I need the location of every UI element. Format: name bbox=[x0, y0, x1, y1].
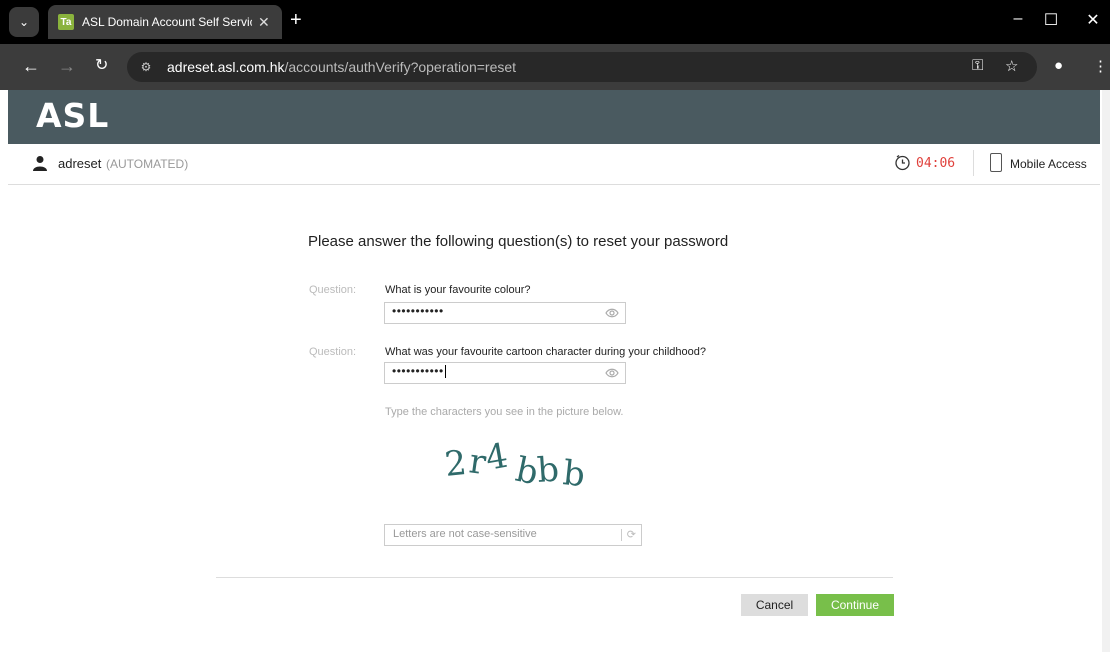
favicon: Ta bbox=[58, 14, 74, 30]
divider bbox=[621, 529, 622, 541]
answer-2-value-wrap: ••••••••••• bbox=[392, 364, 446, 379]
question-text: What was your favourite cartoon characte… bbox=[385, 346, 707, 358]
close-icon[interactable]: ✕ bbox=[258, 14, 270, 31]
answer-1-field[interactable]: ••••••••••• bbox=[384, 302, 626, 324]
address-bar[interactable]: ⚙ adreset.asl.com.hk/accounts/authVerify… bbox=[127, 52, 1037, 82]
reload-icon[interactable]: ↻ bbox=[95, 56, 108, 76]
scrollbar[interactable] bbox=[1102, 90, 1110, 652]
question-label: Question: bbox=[309, 284, 357, 296]
user-bar: adreset (AUTOMATED) 04:06 Mobile Access bbox=[8, 144, 1100, 185]
answer-1-value: ••••••••••• bbox=[392, 304, 444, 318]
refresh-icon[interactable]: ⟳ bbox=[627, 528, 636, 541]
tab-search-icon[interactable]: ⌄ bbox=[9, 7, 39, 37]
site-info-icon[interactable]: ⚙ bbox=[137, 58, 155, 76]
user-role: (AUTOMATED) bbox=[106, 157, 189, 171]
answer-2-value: ••••••••••• bbox=[392, 364, 444, 378]
url-text: adreset.asl.com.hk/accounts/authVerify?o… bbox=[167, 59, 517, 75]
question-text: What is your favourite colour? bbox=[385, 284, 531, 296]
form-title: Please answer the following question(s) … bbox=[308, 233, 729, 250]
captcha-hint: Type the characters you see in the pictu… bbox=[385, 406, 624, 418]
browser-tab-strip: ⌄ Ta ASL Domain Account Self Servic ✕ + … bbox=[0, 0, 1110, 44]
captcha-text-field[interactable] bbox=[385, 525, 613, 543]
captcha-input[interactable]: ⟳ bbox=[384, 524, 642, 546]
answer-2-field[interactable]: ••••••••••• bbox=[384, 362, 626, 384]
captcha-glyph: b bbox=[561, 453, 587, 495]
captcha-image: 2r4 bb b bbox=[443, 440, 587, 495]
continue-button[interactable]: Continue bbox=[816, 594, 894, 616]
asl-logo[interactable]: ASL bbox=[36, 96, 109, 135]
text-caret bbox=[444, 365, 446, 379]
back-icon[interactable]: ← bbox=[22, 56, 40, 76]
captcha-glyph: b bbox=[536, 450, 561, 491]
key-icon[interactable]: ⚿ bbox=[972, 57, 983, 74]
question-label: Question: bbox=[309, 346, 357, 358]
mobile-access-link[interactable]: Mobile Access bbox=[1010, 157, 1087, 171]
divider bbox=[973, 150, 974, 176]
profile-icon[interactable]: ● bbox=[1054, 57, 1063, 74]
mobile-icon[interactable] bbox=[990, 153, 1002, 172]
minimize-icon[interactable]: – bbox=[1003, 10, 1033, 28]
eye-icon[interactable] bbox=[605, 367, 619, 379]
divider bbox=[216, 577, 893, 578]
session-timer: 04:06 bbox=[916, 156, 956, 171]
eye-icon[interactable] bbox=[605, 307, 619, 319]
new-tab-icon[interactable]: + bbox=[290, 10, 302, 30]
username: adreset bbox=[58, 156, 102, 171]
star-icon[interactable]: ☆ bbox=[1005, 57, 1018, 75]
user-icon bbox=[33, 156, 47, 171]
browser-toolbar: ← → ↻ ⚙ adreset.asl.com.hk/accounts/auth… bbox=[0, 44, 1110, 90]
menu-icon[interactable]: ⋮ bbox=[1093, 57, 1108, 75]
browser-tab[interactable]: Ta ASL Domain Account Self Servic ✕ bbox=[48, 5, 282, 39]
site-header: ASL bbox=[8, 90, 1100, 144]
forward-icon[interactable]: → bbox=[58, 56, 76, 76]
page-content: ASL adreset (AUTOMATED) 04:06 Mobile Acc… bbox=[0, 90, 1110, 652]
cancel-button[interactable]: Cancel bbox=[741, 594, 808, 616]
clock-icon bbox=[895, 154, 910, 171]
maximize-icon[interactable]: ☐ bbox=[1036, 10, 1066, 30]
captcha-glyph: 4 bbox=[483, 440, 511, 479]
tab-title: ASL Domain Account Self Servic bbox=[82, 15, 252, 29]
close-window-icon[interactable]: ✕ bbox=[1078, 10, 1108, 30]
captcha-glyph: 2 bbox=[443, 443, 469, 485]
